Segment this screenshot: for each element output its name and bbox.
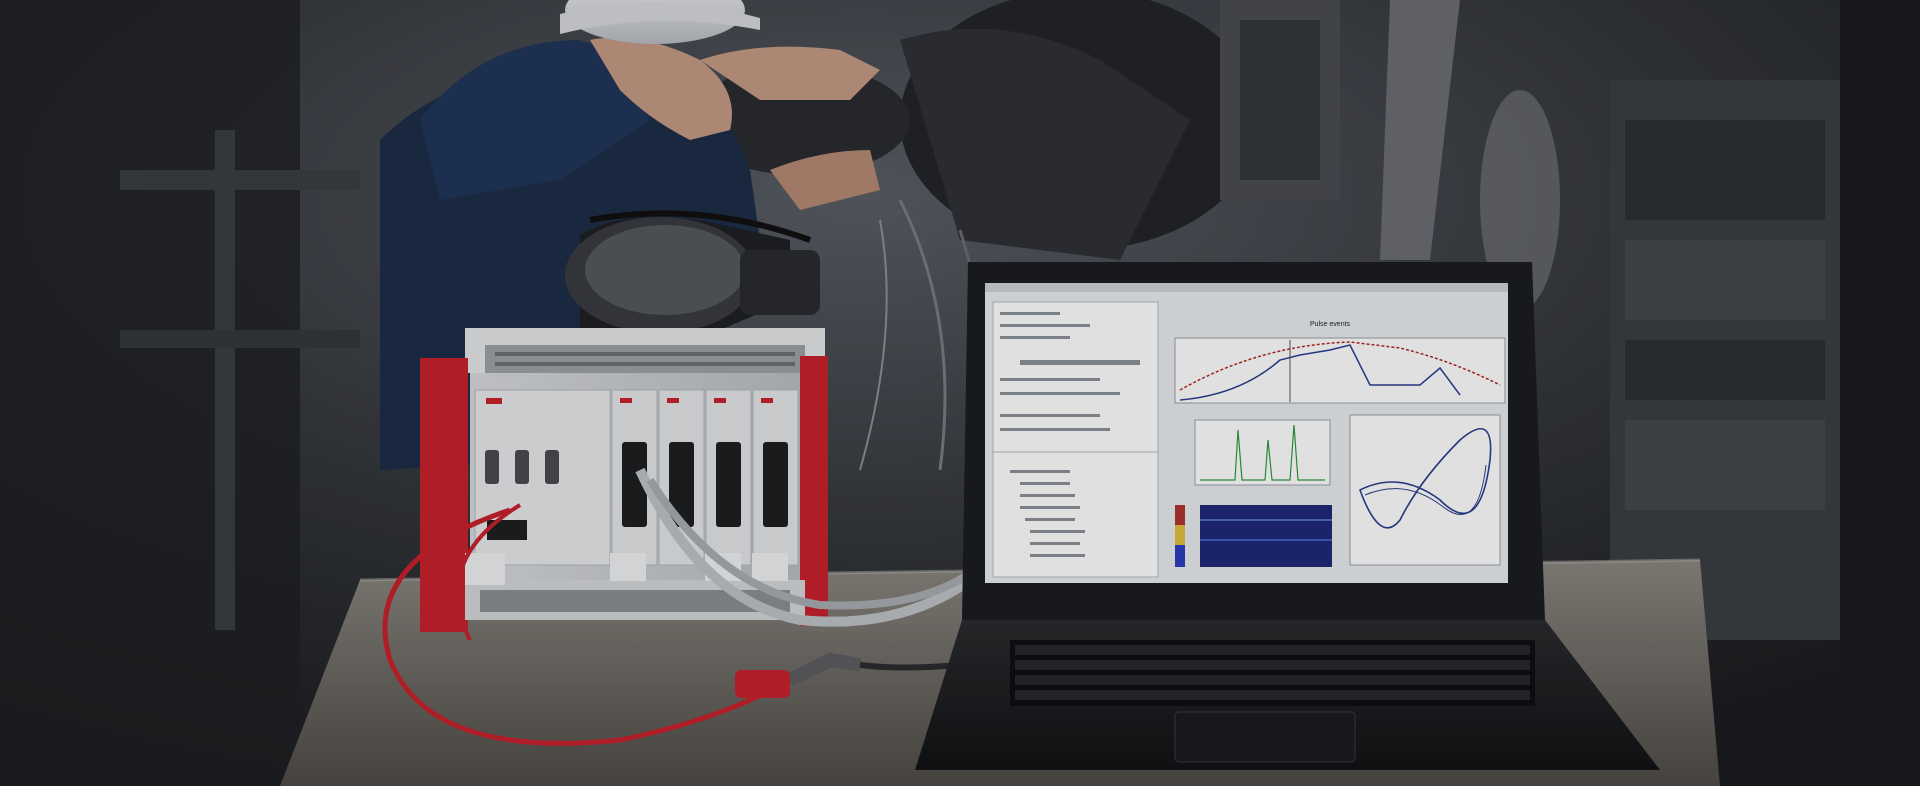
vignette-overlay xyxy=(0,0,1920,786)
photo-scene: Pulse events xyxy=(0,0,1920,786)
